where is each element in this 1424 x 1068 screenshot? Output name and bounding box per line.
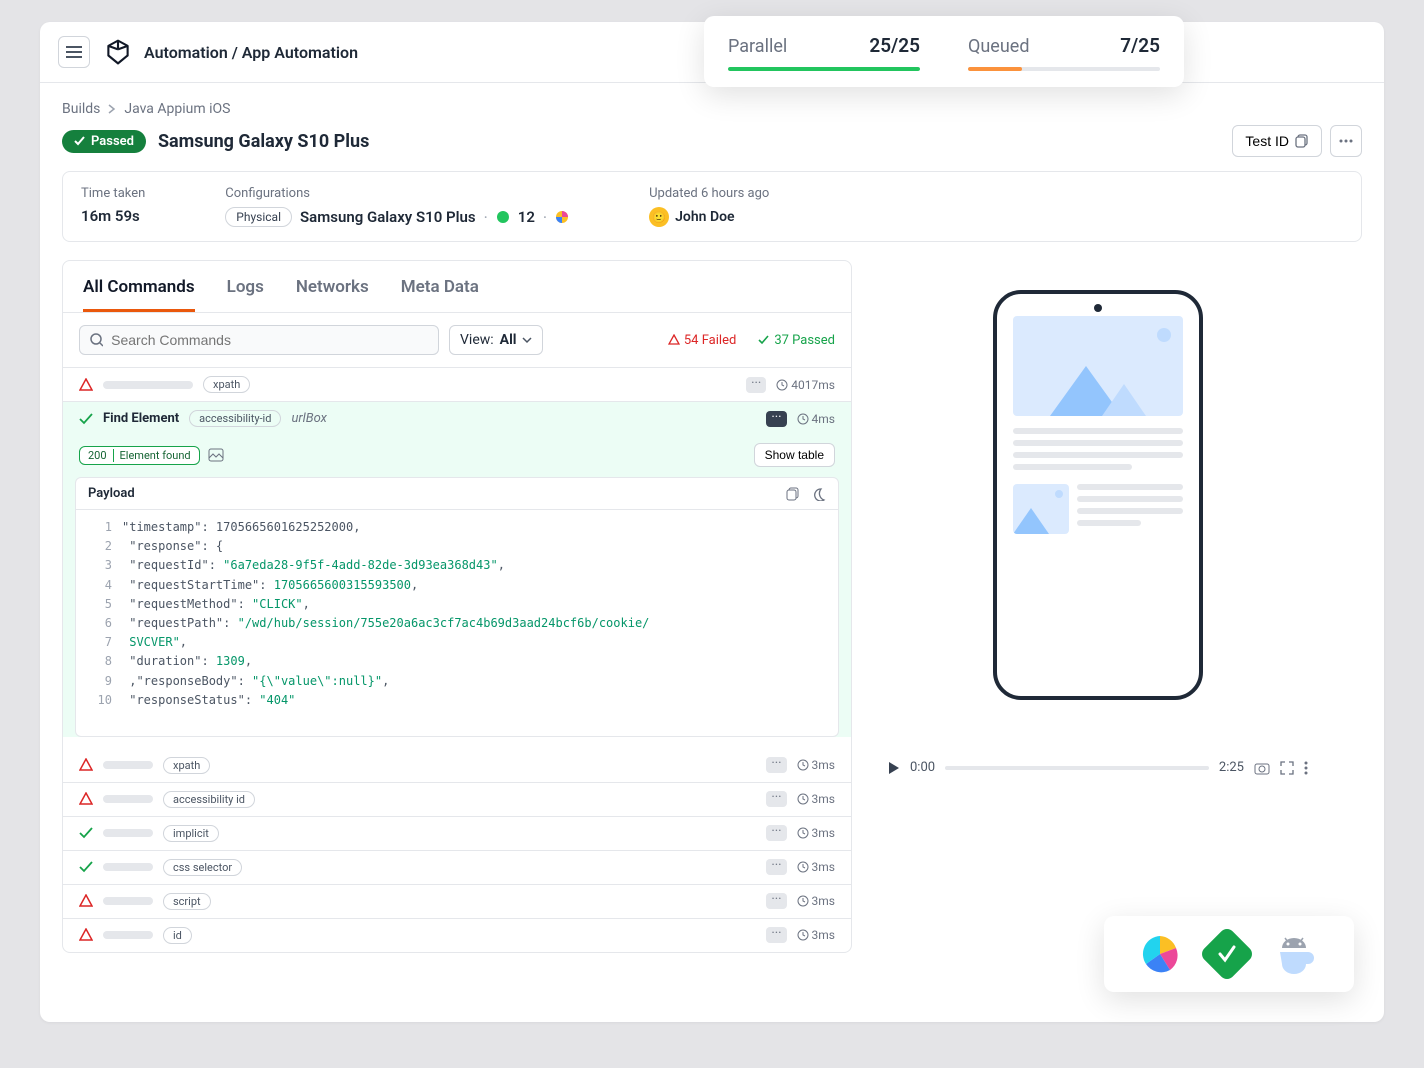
tab-all-commands[interactable]: All Commands: [83, 277, 195, 312]
stat-parallel: Parallel25/25: [728, 34, 920, 71]
clock-icon: [797, 895, 809, 907]
build-breadcrumb: Builds Java Appium iOS: [62, 101, 1362, 117]
queued-fill: [968, 67, 1022, 71]
warn-icon: [79, 928, 93, 942]
menu-button[interactable]: [58, 36, 90, 68]
warn-icon: [79, 378, 93, 392]
more-button[interactable]: [1330, 125, 1362, 157]
pinwheel-icon: [555, 210, 569, 224]
passed-count: 37 Passed: [758, 333, 835, 348]
moon-icon[interactable]: [812, 487, 826, 501]
device-preview: [993, 290, 1203, 700]
android-icon: [496, 210, 510, 224]
clock-icon: [797, 793, 809, 805]
commands-panel: All Commands Logs Networks Meta Data Vie…: [62, 260, 852, 953]
search-input[interactable]: [111, 332, 428, 348]
command-row[interactable]: css selector··· 3ms: [63, 851, 851, 885]
logo-icon: [104, 38, 132, 66]
stat-queued: Queued7/25: [968, 34, 1160, 71]
builds-link[interactable]: Builds: [62, 101, 100, 117]
camera-icon[interactable]: [1254, 761, 1270, 775]
chevron-right-icon: [108, 104, 116, 114]
framework-badges: [1104, 916, 1354, 992]
user-name: John Doe: [675, 209, 734, 225]
tab-logs[interactable]: Logs: [227, 277, 264, 312]
clock-icon: [797, 759, 809, 771]
tab-metadata[interactable]: Meta Data: [401, 277, 479, 312]
command-row-expanded: Find Element accessibility-id urlBox ···…: [63, 402, 851, 737]
check-icon: [74, 136, 86, 146]
breadcrumb: Automation / App Automation: [144, 43, 358, 62]
check-icon: [79, 413, 93, 425]
dots-icon: [1339, 139, 1353, 143]
android-cup-icon: [1274, 934, 1318, 974]
command-row[interactable]: accessibility id··· 3ms: [63, 783, 851, 817]
hamburger-icon: [66, 46, 82, 58]
clock-icon: [797, 827, 809, 839]
command-row[interactable]: implicit··· 3ms: [63, 817, 851, 851]
test-id-button[interactable]: Test ID: [1232, 125, 1322, 157]
copy-icon[interactable]: [786, 487, 800, 501]
clock-icon: [797, 861, 809, 873]
clock-icon: [797, 929, 809, 941]
status-pill: 200Element found: [79, 446, 200, 465]
search-input-wrap[interactable]: [79, 325, 439, 355]
warn-icon: [79, 792, 93, 806]
view-filter[interactable]: View: All: [449, 325, 543, 355]
command-row[interactable]: xpath··· 3ms: [63, 749, 851, 783]
check-icon: [79, 827, 93, 839]
info-card: Time taken 16m 59s Configurations Physic…: [62, 171, 1362, 242]
parallel-fill: [728, 67, 920, 71]
stats-card: Parallel25/25 Queued7/25: [704, 16, 1184, 87]
search-icon: [90, 333, 103, 347]
seek-bar[interactable]: [945, 766, 1209, 770]
page-title: Samsung Galaxy S10 Plus: [158, 131, 369, 152]
play-icon[interactable]: [888, 761, 900, 775]
clock-icon: [797, 413, 809, 425]
clock-icon: [776, 379, 788, 391]
chevron-down-icon: [522, 336, 532, 344]
more-vert-icon[interactable]: [1304, 761, 1308, 775]
status-badge: Passed: [62, 130, 146, 153]
warn-icon: [79, 894, 93, 908]
avatar: 🙂: [649, 207, 669, 227]
video-player[interactable]: 0:00 2:25: [888, 760, 1308, 775]
row-menu[interactable]: ···: [766, 411, 786, 427]
build-name: Java Appium iOS: [124, 101, 230, 117]
fullscreen-icon[interactable]: [1280, 761, 1294, 775]
check-icon: [758, 335, 770, 345]
cucumber-icon: [1199, 926, 1256, 983]
command-row[interactable]: script··· 3ms: [63, 885, 851, 919]
tabs: All Commands Logs Networks Meta Data: [63, 261, 851, 313]
show-table-button[interactable]: Show table: [754, 443, 835, 467]
pinwheel-icon: [1140, 934, 1180, 974]
copy-icon: [1295, 134, 1309, 148]
image-icon[interactable]: [208, 448, 224, 462]
physical-chip: Physical: [225, 207, 292, 227]
app-window: Automation / App Automation Parallel25/2…: [40, 22, 1384, 1022]
check-icon: [79, 861, 93, 873]
payload-code: 1"timestamp": 1705665601625252000, 2 "re…: [76, 510, 838, 736]
warn-icon: [79, 758, 93, 772]
command-row[interactable]: id··· 3ms: [63, 919, 851, 952]
failed-count: 54 Failed: [668, 333, 736, 348]
payload-panel: Payload 1"timestamp": 170566560162525200…: [75, 477, 839, 737]
command-row[interactable]: xpath ··· 4017ms: [63, 368, 851, 402]
tab-networks[interactable]: Networks: [296, 277, 369, 312]
row-menu[interactable]: ···: [746, 377, 766, 393]
warn-icon: [668, 334, 680, 346]
